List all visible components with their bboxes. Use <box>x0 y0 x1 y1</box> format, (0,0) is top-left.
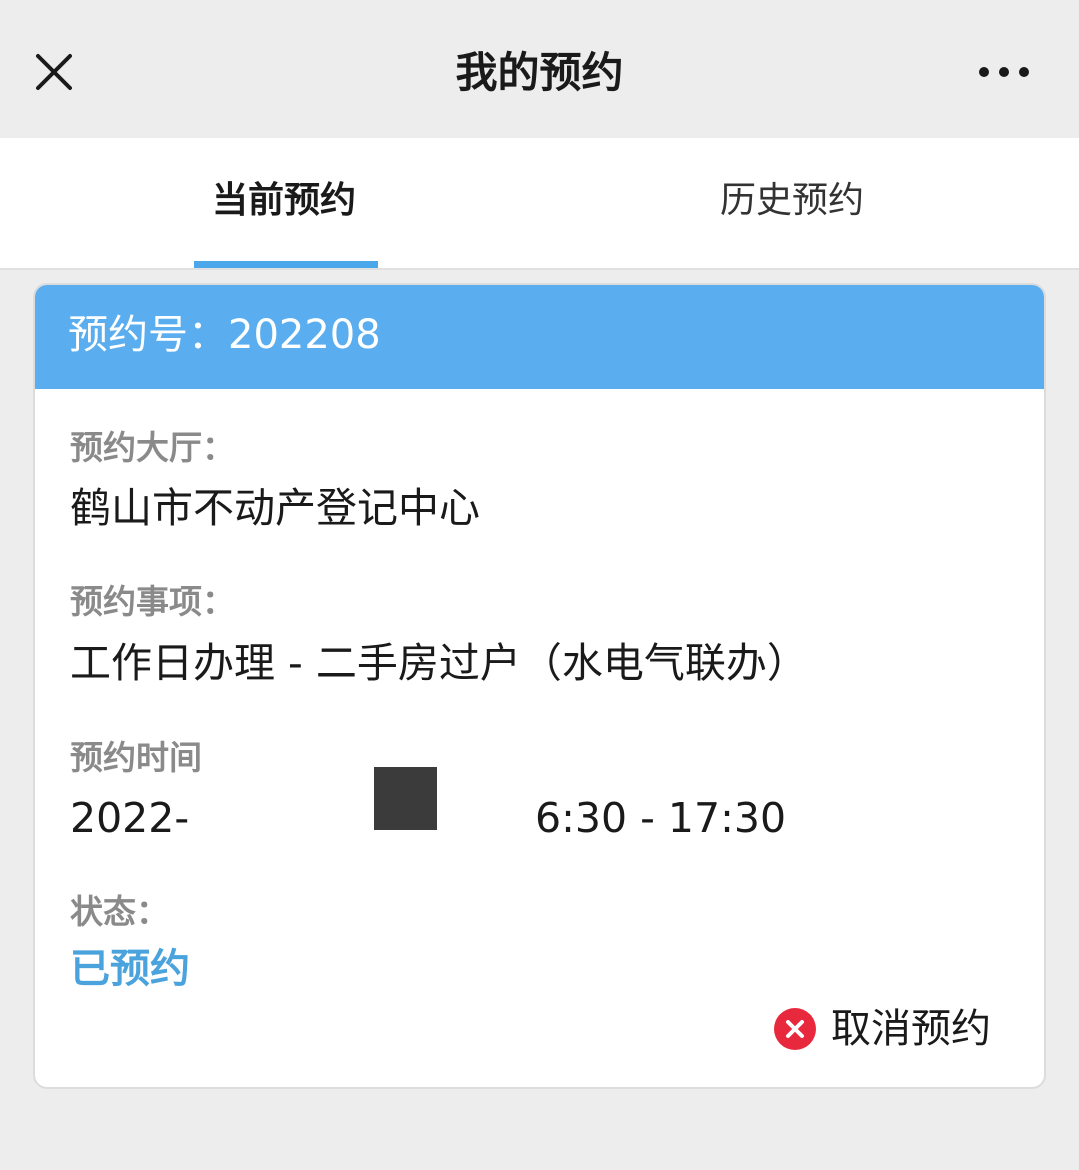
redaction-blur <box>405 285 865 389</box>
redaction-blur <box>221 687 317 707</box>
more-dots-icon <box>976 56 1032 88</box>
tab-label: 历史预约 <box>720 180 865 221</box>
cancel-x-circle-icon <box>773 1007 817 1051</box>
tab-current-appointments[interactable]: 当前预约 <box>0 138 570 268</box>
hall-label: 预约大厅： <box>70 428 235 467</box>
hall-value: 鹤山市不动产登记中心 <box>70 484 480 532</box>
time-value-start: 2022- <box>70 794 190 842</box>
tab-bar: 当前预约 历史预约 <box>0 138 1079 270</box>
status-badge: 已预约 <box>70 946 190 992</box>
active-tab-indicator <box>194 261 378 268</box>
time-value-end: 6:30 - 17:30 <box>535 794 787 842</box>
time-label: 预约时间 <box>70 738 202 777</box>
tab-history-appointments[interactable]: 历史预约 <box>540 138 1079 268</box>
appointment-card: 预约号：202208 预约大厅： 鹤山市不动产登记中心 预约事项： 工作日办理 … <box>33 283 1046 1089</box>
status-label: 状态： <box>70 892 169 931</box>
card-header: 预约号：202208 <box>35 285 1044 389</box>
top-bar: 我的预约 <box>0 0 1079 138</box>
appointment-number: 预约号：202208 <box>68 312 381 358</box>
more-button[interactable] <box>976 56 1032 88</box>
cancel-appointment-label: 取消预约 <box>831 1006 991 1052</box>
redaction-box <box>374 767 437 830</box>
service-label: 预约事项： <box>70 582 235 621</box>
tab-label: 当前预约 <box>212 180 357 221</box>
service-value: 工作日办理 - 二手房过户（水电气联办） <box>70 639 808 687</box>
page-title: 我的预约 <box>455 48 624 97</box>
